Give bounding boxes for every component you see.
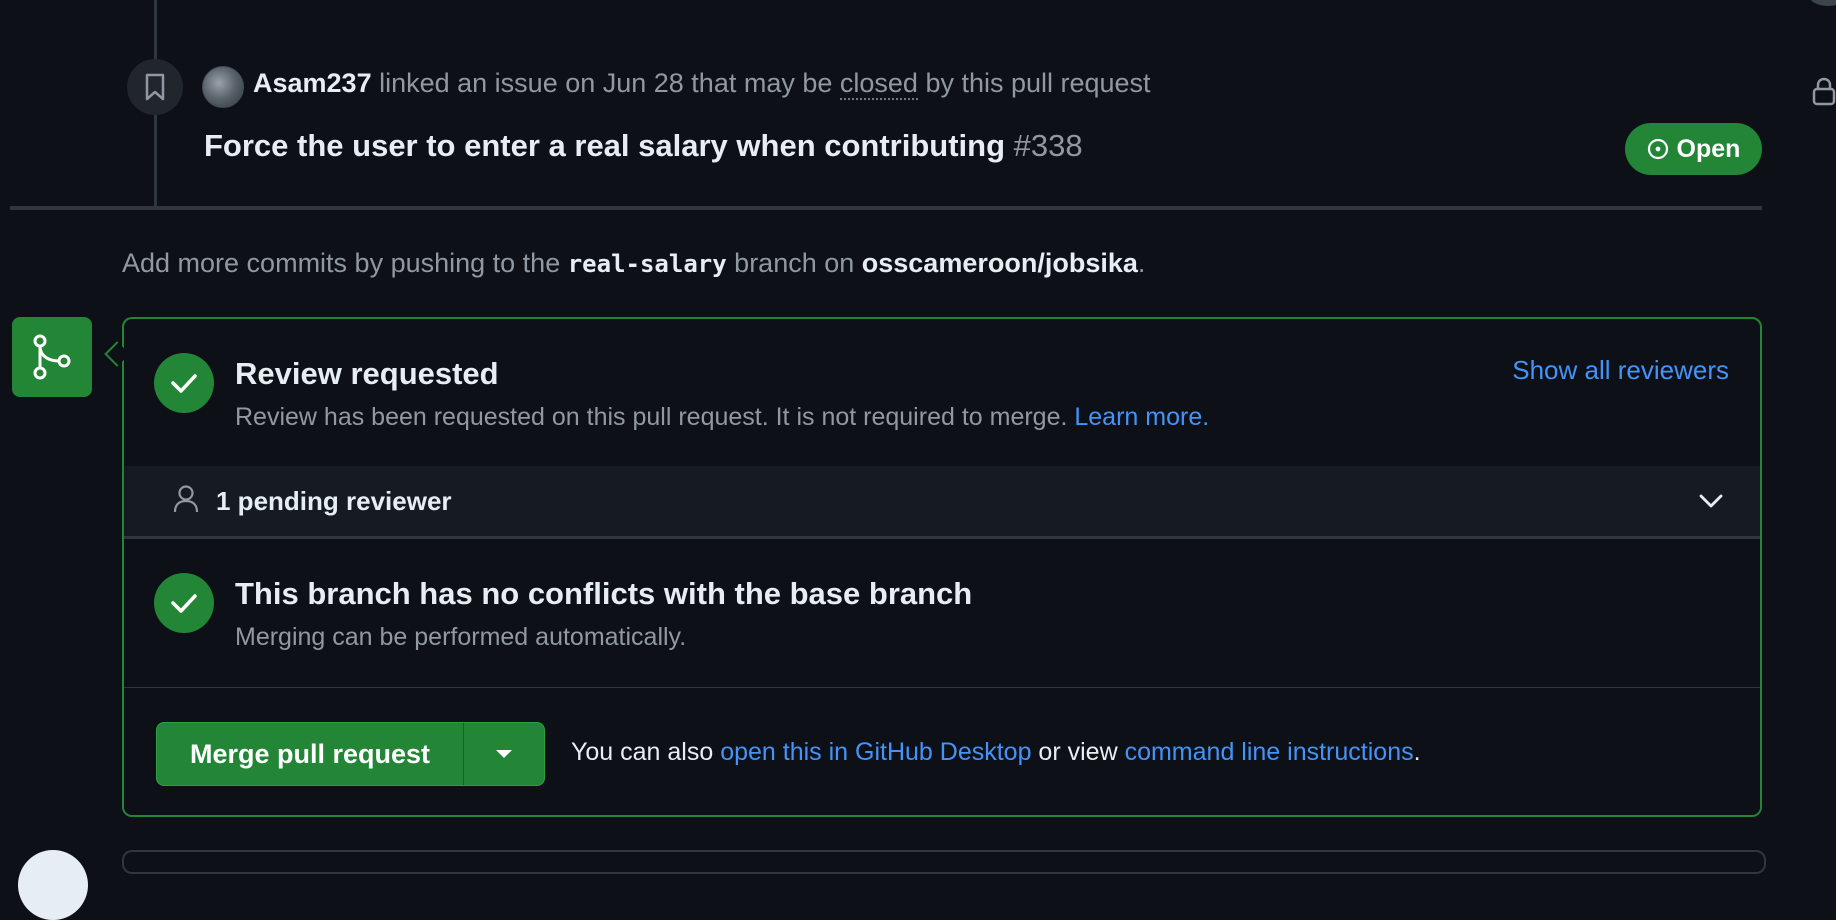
add-commits-hint: Add more commits by pushing to the real-… [122,248,1145,279]
review-description-text: Review has been requested on this pull r… [235,403,1075,431]
chevron-down-icon[interactable] [1699,494,1723,508]
sidebar-avatar-edge [1808,0,1836,6]
bookmark-badge [127,59,183,115]
pending-reviewers-row[interactable]: 1 pending reviewer [124,466,1760,539]
timeline-divider [10,206,1762,210]
event-user-link[interactable]: Asam237 [253,68,372,98]
show-all-reviewers-link[interactable]: Show all reviewers [1512,355,1729,386]
review-title: Review requested [235,356,499,391]
conflicts-description: Merging can be performed automatically. [235,623,687,651]
status-label: Open [1676,134,1741,163]
learn-more-link[interactable]: Learn more. [1074,403,1209,431]
issue-number[interactable]: #338 [1014,128,1083,163]
event-text-tail: by this pull request [917,68,1151,98]
event-text: linked an issue on Jun 28 that may be [371,68,840,98]
or-view-text: or view [1031,738,1125,766]
conflicts-check-circle [154,573,214,633]
comment-box-edge [122,850,1766,874]
issue-title-text[interactable]: Force the user to enter a real salary wh… [204,128,1005,163]
pending-reviewer-count: 1 pending reviewer [216,486,452,516]
merge-button-group: Merge pull request [156,722,546,786]
review-check-circle [154,353,214,413]
merge-options-dropdown[interactable] [463,723,544,785]
comment-avatar[interactable] [18,850,88,920]
github-desktop-link[interactable]: open this in GitHub Desktop [720,738,1031,766]
issue-status-badge: Open [1625,123,1762,175]
triangle-down-icon [496,750,513,758]
command-line-instructions-link[interactable]: command line instructions [1125,738,1414,766]
person-icon [173,485,199,513]
merge-box: Review requested Review has been request… [122,317,1762,817]
branch-name: real-salary [567,250,727,278]
hint-prefix: Add more commits by pushing to the [122,248,568,278]
lock-icon[interactable] [1812,76,1836,106]
merge-alternatives-text: You can also open this in GitHub Desktop… [571,738,1421,767]
git-merge-icon [33,334,71,380]
closed-keyword[interactable]: closed [839,68,918,100]
hint-middle: branch on [726,248,862,278]
conflicts-title: This branch has no conflicts with the ba… [235,576,973,611]
linked-issue-title[interactable]: Force the user to enter a real salary wh… [204,128,1083,164]
timeline-event: Asam237 linked an issue on Jun 28 that m… [253,68,1151,100]
avatar[interactable] [202,66,244,108]
bookmark-icon [145,73,165,101]
hint-suffix: . [1137,248,1146,278]
merge-status-icon [12,317,92,397]
merge-pull-request-button[interactable]: Merge pull request [157,723,463,785]
repo-name: osscameroon/jobsika [861,248,1138,278]
also-prefix: You can also [571,738,721,766]
issue-open-icon [1647,138,1668,160]
also-suffix: . [1413,738,1421,766]
check-icon [171,594,197,613]
review-description: Review has been requested on this pull r… [235,403,1209,432]
check-icon [171,374,197,393]
merge-actions-row: Merge pull request You can also open thi… [124,687,1760,815]
